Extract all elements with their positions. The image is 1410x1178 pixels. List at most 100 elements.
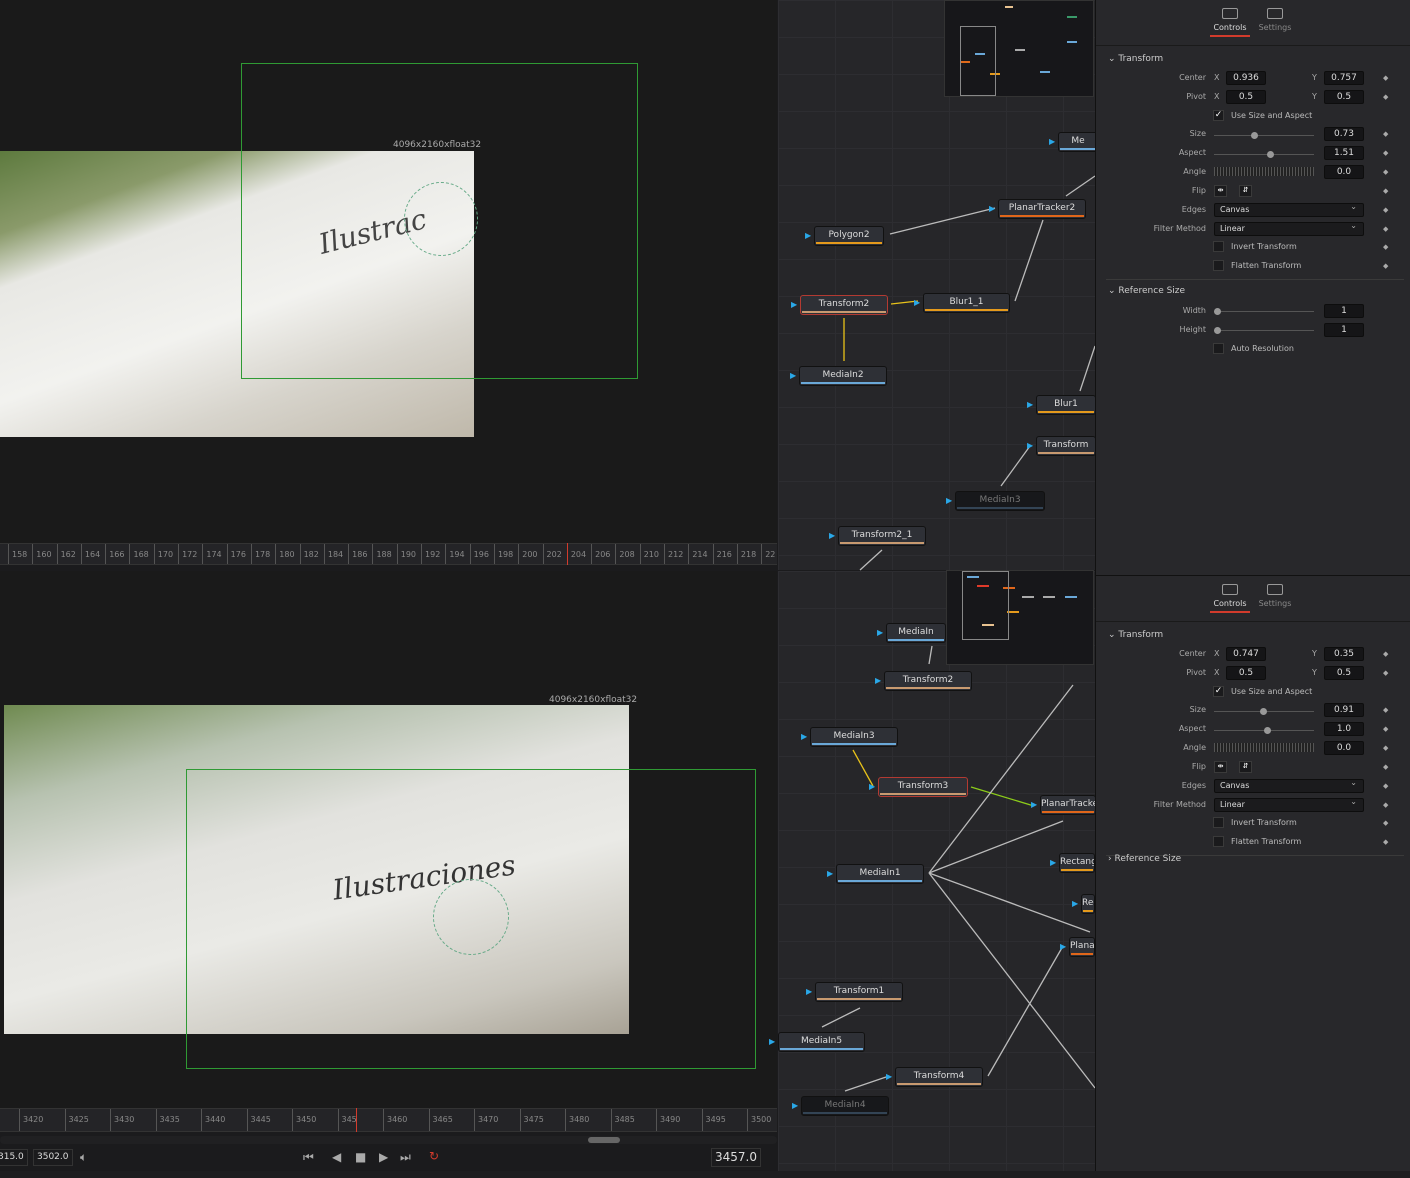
input-port-icon[interactable]: ▶ (1072, 900, 1080, 908)
section-reference-size[interactable]: › Reference Size (1108, 854, 1181, 864)
node-transform1[interactable]: Transform1 (815, 982, 903, 1002)
input-port-icon[interactable]: ▶ (806, 988, 814, 996)
input-port-icon[interactable]: ▶ (946, 497, 954, 505)
input-port-icon[interactable]: ▶ (1031, 801, 1039, 809)
flatten-transform-checkbox[interactable] (1213, 260, 1224, 271)
keyframe-icon[interactable]: ◆ (1383, 206, 1388, 214)
aspect-field[interactable]: 1.0 (1324, 722, 1364, 736)
node-planartracker[interactable]: PlanarTracker (1040, 795, 1096, 815)
center-x-field[interactable]: 0.936 (1226, 71, 1266, 85)
input-port-icon[interactable]: ▶ (769, 1038, 777, 1046)
flip-horizontal-icon[interactable]: ⇹ (1214, 761, 1227, 773)
aspect-field[interactable]: 1.51 (1324, 146, 1364, 160)
pivot-x-field[interactable]: 0.5 (1226, 90, 1266, 104)
node-transform2[interactable]: Transform2 (884, 671, 972, 691)
flatten-transform-checkbox[interactable] (1213, 836, 1224, 847)
keyframe-icon[interactable]: ◆ (1383, 130, 1388, 138)
angle-thumbwheel[interactable] (1214, 167, 1314, 176)
aspect-slider[interactable] (1214, 727, 1314, 734)
keyframe-icon[interactable]: ◆ (1383, 650, 1388, 658)
node-blur1[interactable]: Blur1 (1036, 395, 1096, 415)
keyframe-icon[interactable]: ◆ (1383, 669, 1388, 677)
input-port-icon[interactable]: ▶ (877, 629, 885, 637)
tab-settings[interactable]: Settings (1255, 8, 1295, 32)
size-slider[interactable] (1214, 708, 1314, 715)
node-mediain3[interactable]: MediaIn3 (810, 727, 898, 747)
tab-controls[interactable]: Controls (1210, 584, 1250, 613)
keyframe-icon[interactable]: ◆ (1383, 763, 1388, 771)
keyframe-icon[interactable]: ◆ (1383, 801, 1388, 809)
node-blur1-1[interactable]: Blur1_1 (923, 293, 1010, 313)
section-transform[interactable]: ⌄ Transform (1108, 630, 1163, 640)
section-reference-size[interactable]: ⌄ Reference Size (1108, 286, 1185, 296)
angle-field[interactable]: 0.0 (1324, 741, 1364, 755)
pivot-x-field[interactable]: 0.5 (1226, 666, 1266, 680)
tab-settings[interactable]: Settings (1255, 584, 1295, 608)
node-me[interactable]: Me (1058, 132, 1098, 152)
width-field[interactable]: 1 (1324, 304, 1364, 318)
node-transform4[interactable]: Transform4 (895, 1067, 983, 1087)
use-size-checkbox[interactable]: ✓ (1213, 110, 1224, 121)
input-port-icon[interactable]: ▶ (875, 677, 883, 685)
edges-dropdown[interactable]: Canvas (1214, 201, 1364, 217)
keyframe-icon[interactable]: ◆ (1383, 93, 1388, 101)
input-port-icon[interactable]: ▶ (790, 372, 798, 380)
size-field[interactable]: 0.91 (1324, 703, 1364, 717)
input-port-icon[interactable]: ▶ (801, 733, 809, 741)
node-mediain3[interactable]: MediaIn3 (955, 491, 1045, 511)
pivot-y-field[interactable]: 0.5 (1324, 90, 1364, 104)
input-port-icon[interactable]: ▶ (791, 301, 799, 309)
node-mediain2[interactable]: MediaIn2 (799, 366, 887, 386)
node-mediain1[interactable]: MediaIn1 (836, 864, 924, 884)
keyframe-icon[interactable]: ◆ (1383, 149, 1388, 157)
angle-thumbwheel[interactable] (1214, 743, 1314, 752)
pivot-y-field[interactable]: 0.5 (1324, 666, 1364, 680)
center-y-field[interactable]: 0.35 (1324, 647, 1364, 661)
keyframe-icon[interactable]: ◆ (1383, 782, 1388, 790)
node-planar[interactable]: Planar (1069, 937, 1095, 957)
flip-horizontal-icon[interactable]: ⇹ (1214, 185, 1227, 197)
node-mediain[interactable]: MediaIn (886, 623, 946, 643)
input-port-icon[interactable]: ▶ (827, 870, 835, 878)
filter-method-dropdown[interactable]: Linear (1214, 796, 1364, 812)
input-port-icon[interactable]: ▶ (989, 205, 997, 213)
node-transform2-1[interactable]: Transform2_1 (838, 526, 926, 546)
keyframe-icon[interactable]: ◆ (1383, 225, 1388, 233)
keyframe-icon[interactable]: ◆ (1383, 187, 1388, 195)
size-field[interactable]: 0.73 (1324, 127, 1364, 141)
keyframe-icon[interactable]: ◆ (1383, 74, 1388, 82)
input-port-icon[interactable]: ▶ (792, 1102, 800, 1110)
node-transform3[interactable]: Transform3 (878, 777, 968, 797)
size-slider[interactable] (1214, 132, 1314, 139)
tab-controls[interactable]: Controls (1210, 8, 1250, 37)
center-y-field[interactable]: 0.757 (1324, 71, 1364, 85)
input-port-icon[interactable]: ▶ (1050, 859, 1058, 867)
input-port-icon[interactable]: ▶ (886, 1073, 894, 1081)
input-port-icon[interactable]: ▶ (1060, 943, 1068, 951)
node-mediain5[interactable]: MediaIn5 (778, 1032, 865, 1052)
node-rec[interactable]: Rec (1081, 894, 1095, 914)
flip-vertical-icon[interactable]: ⇵ (1239, 185, 1252, 197)
keyframe-icon[interactable]: ◆ (1383, 744, 1388, 752)
node-transform2[interactable]: Transform2 (800, 295, 888, 315)
keyframe-icon[interactable]: ◆ (1383, 706, 1388, 714)
top-minimap[interactable] (944, 0, 1094, 97)
flip-vertical-icon[interactable]: ⇵ (1239, 761, 1252, 773)
input-port-icon[interactable]: ▶ (805, 232, 813, 240)
invert-transform-checkbox[interactable] (1213, 817, 1224, 828)
node-rectangl[interactable]: Rectangl (1059, 853, 1095, 873)
width-slider[interactable] (1214, 308, 1314, 315)
input-port-icon[interactable]: ▶ (1027, 442, 1035, 450)
filter-method-dropdown[interactable]: Linear (1214, 220, 1364, 236)
input-port-icon[interactable]: ▶ (914, 299, 922, 307)
center-x-field[interactable]: 0.747 (1226, 647, 1266, 661)
node-planartracker2[interactable]: PlanarTracker2 (998, 199, 1086, 219)
edges-dropdown[interactable]: Canvas (1214, 777, 1364, 793)
use-size-checkbox[interactable]: ✓ (1213, 686, 1224, 697)
auto-resolution-checkbox[interactable] (1213, 343, 1224, 354)
input-port-icon[interactable]: ▶ (1049, 138, 1057, 146)
height-field[interactable]: 1 (1324, 323, 1364, 337)
node-polygon2[interactable]: Polygon2 (814, 226, 884, 246)
aspect-slider[interactable] (1214, 151, 1314, 158)
keyframe-icon[interactable]: ◆ (1383, 725, 1388, 733)
